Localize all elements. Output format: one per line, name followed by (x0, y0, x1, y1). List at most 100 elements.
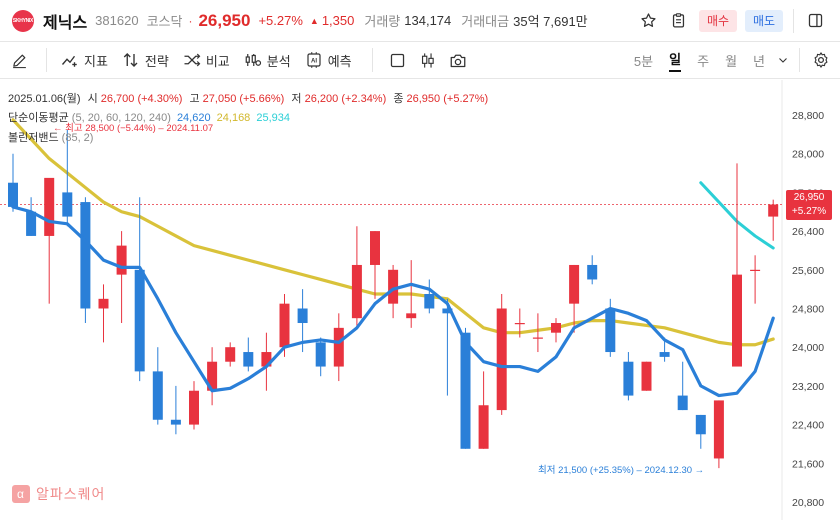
pencil-icon[interactable] (4, 45, 34, 75)
candle[interactable] (315, 337, 326, 377)
close-value: 26,950 (406, 93, 441, 105)
candle[interactable] (225, 342, 236, 367)
price-chart[interactable]: 28,80028,00027,20026,40025,60024,80024,0… (0, 80, 840, 520)
ai-icon: AI (307, 52, 321, 68)
stock-code: 381620 (95, 13, 139, 28)
candle[interactable] (189, 381, 199, 430)
candle-body (225, 347, 236, 362)
candle-body (243, 352, 254, 367)
indicator-tool[interactable]: 지표 (61, 51, 108, 70)
candle[interactable] (333, 313, 344, 382)
candle[interactable] (641, 361, 652, 391)
candle[interactable] (370, 231, 380, 299)
chevron-down-icon[interactable] (773, 45, 793, 75)
badge-pct: +5.27% (791, 206, 827, 217)
y-tick-label: 24,000 (792, 342, 824, 354)
period-day[interactable]: 일 (669, 49, 682, 72)
strategy-tool[interactable]: 전략 (122, 51, 169, 70)
period-month[interactable]: 월 (725, 51, 737, 70)
candle-body (713, 400, 724, 459)
candle-body (587, 264, 598, 280)
bb-legend[interactable]: 볼린저밴드 (85, 2) (8, 129, 93, 145)
clipboard-icon[interactable] (663, 6, 693, 36)
company-logo: SKHYNIX (12, 9, 34, 32)
candle[interactable] (351, 226, 362, 328)
candle[interactable] (551, 318, 561, 343)
sell-button[interactable]: 매도 (745, 9, 783, 32)
candle-body (569, 264, 580, 304)
candle[interactable] (8, 153, 18, 212)
candle[interactable] (677, 361, 688, 411)
candle-body (478, 405, 489, 449)
bb-label: 볼린저밴드 (8, 132, 59, 144)
candle-body (297, 308, 308, 324)
candle[interactable] (768, 199, 779, 241)
camera-icon[interactable] (443, 45, 473, 75)
candle[interactable] (424, 279, 435, 314)
compare-label: 비교 (205, 53, 230, 69)
y-tick-label: 23,200 (792, 381, 824, 393)
candle[interactable] (98, 284, 109, 343)
up-triangle-icon: ▲ (309, 15, 319, 26)
side-panel-icon[interactable] (800, 6, 830, 36)
toolbar-divider (46, 48, 47, 72)
forecast-label: 예측 (327, 53, 352, 69)
buy-button[interactable]: 매수 (699, 9, 737, 32)
candle-body (315, 342, 326, 367)
stock-name[interactable]: 제닉스 (43, 9, 87, 33)
gear-icon[interactable] (806, 45, 836, 75)
candle[interactable] (116, 231, 127, 324)
candle[interactable] (170, 385, 181, 435)
app-window: SKHYNIX 제닉스 381620 코스닥 · 26,950 +5.27% ▲… (0, 0, 840, 520)
ohlc-legend: 2025.01.06(월) 시 26,700 (+4.30%) 고 27,050… (8, 90, 488, 106)
alphasquare-watermark: α 알파스퀘어 (12, 484, 105, 504)
close-pct: (+5.27%) (443, 93, 489, 105)
candle[interactable] (695, 414, 706, 449)
current-price: 26,950 (198, 10, 251, 30)
candle[interactable] (713, 400, 724, 469)
forecast-tool[interactable]: AI 예측 (305, 51, 352, 70)
candle[interactable] (26, 197, 37, 236)
star-icon[interactable] (633, 6, 663, 36)
candle[interactable] (134, 197, 145, 382)
analysis-tool[interactable]: 분석 (244, 51, 291, 70)
candle-body (551, 323, 561, 333)
candle[interactable] (152, 347, 163, 425)
candle[interactable] (532, 313, 543, 353)
candle-body (695, 414, 706, 435)
live-dot: · (188, 13, 193, 28)
candle[interactable] (207, 347, 218, 406)
strategy-icon (123, 53, 138, 67)
low-value: 26,200 (304, 93, 339, 105)
ma60-value: 25,934 (256, 112, 291, 124)
candle[interactable] (587, 255, 598, 285)
compare-tool[interactable]: 비교 (183, 51, 230, 70)
low-arrow-icon: → (694, 465, 705, 476)
candle-body (152, 371, 163, 420)
candle-body (514, 323, 525, 325)
candle[interactable] (44, 177, 55, 304)
chart-toolbar: 지표 전략 비교 분석 AI 예측 5분 일 주 월 년 (0, 42, 840, 79)
candle[interactable] (478, 371, 489, 449)
period-year[interactable]: 년 (753, 51, 765, 70)
candle-body (406, 313, 417, 319)
candle[interactable] (750, 255, 761, 304)
candlestick-chart[interactable]: 28,80028,00027,20026,40025,60024,80024,0… (0, 80, 840, 520)
bb-params: (85, 2) (61, 132, 94, 144)
square-icon[interactable] (383, 45, 413, 75)
candlestick-icon[interactable] (413, 45, 443, 75)
candle[interactable] (623, 352, 634, 401)
candle[interactable] (732, 163, 742, 367)
period-week[interactable]: 주 (697, 51, 709, 70)
candle[interactable] (496, 293, 507, 415)
y-tick-label: 22,400 (792, 420, 824, 432)
volume-value: 134,174 (404, 13, 452, 28)
amount-value: 35억 7,691만 (513, 14, 588, 29)
candle-body (732, 274, 742, 367)
analysis-icon (245, 54, 261, 66)
strategy-label: 전략 (144, 53, 169, 69)
candle[interactable] (243, 337, 254, 372)
period-5min[interactable]: 5분 (634, 51, 653, 70)
high-pct: (+5.66%) (239, 93, 285, 105)
candle[interactable] (80, 197, 91, 324)
